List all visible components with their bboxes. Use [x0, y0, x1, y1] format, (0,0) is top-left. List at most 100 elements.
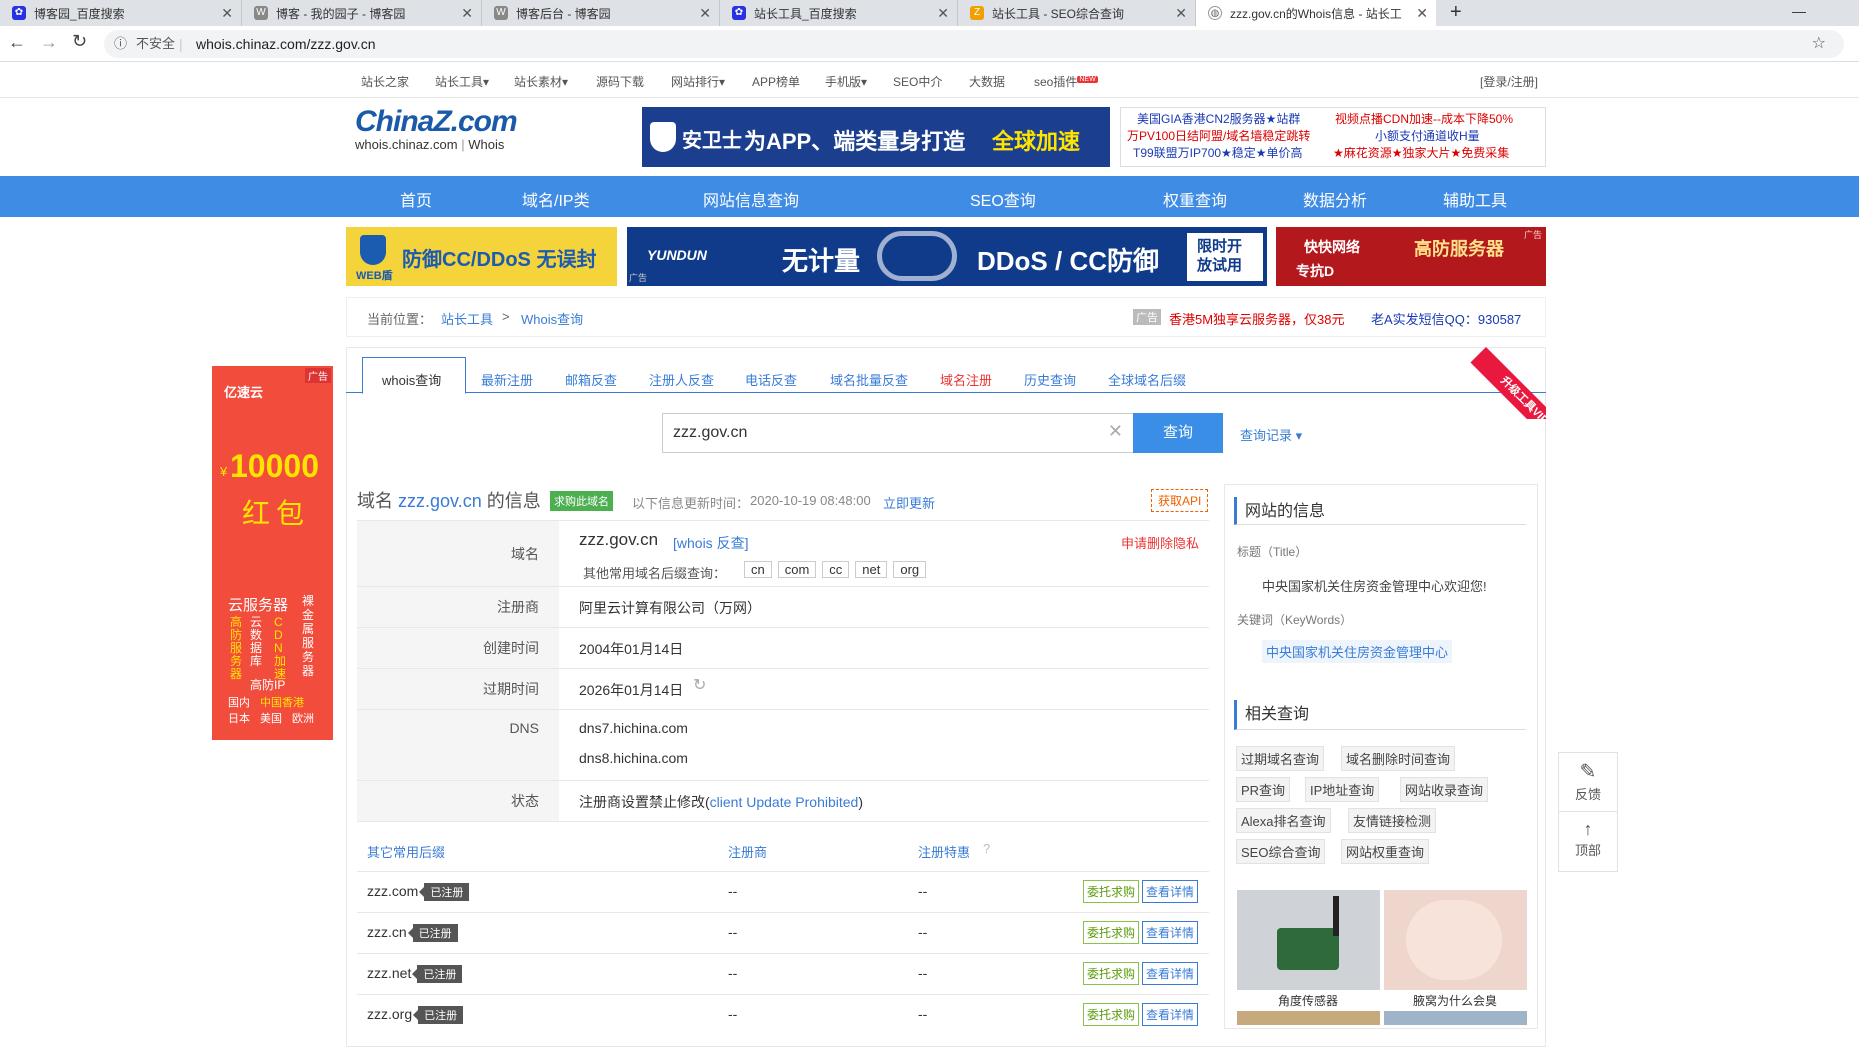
browser-tab[interactable]: W 博客后台 - 博客园 ✕ [482, 0, 720, 26]
banner-ad[interactable]: 安卫士 为APP、端类量身打造 全球加速 [642, 107, 1110, 167]
tab-email-reverse[interactable]: 邮箱反查 [565, 370, 617, 389]
reload-icon[interactable]: ↻ [72, 31, 87, 52]
text-ad-link[interactable]: T99联盟万IP700★稳定★单价高 [1133, 145, 1303, 162]
text-ad-link[interactable]: 美国GIA香港CN2服务器★站群 [1137, 111, 1300, 128]
topnav-item[interactable]: 站长素材▾ [514, 73, 568, 90]
thumb-caption[interactable]: 腋窝为什么会臭 [1413, 992, 1497, 1009]
suffix-link[interactable]: com [777, 561, 817, 578]
topnav-item[interactable]: 源码下载 [596, 73, 644, 90]
nav-domain-ip[interactable]: 域名/IP类 [522, 187, 590, 211]
entrust-button[interactable]: 委托求购 [1083, 921, 1140, 944]
close-icon[interactable]: ✕ [221, 5, 233, 22]
tab-registrant-reverse[interactable]: 注册人反查 [649, 370, 714, 389]
suffix-link[interactable]: cn [744, 561, 772, 578]
keyword-tag[interactable]: 中央国家机关住房资金管理中心 [1262, 640, 1453, 663]
browser-tab[interactable]: W 博客 - 我的园子 - 博客园 ✕ [242, 0, 482, 26]
topnav-item[interactable]: 手机版▾ [825, 73, 867, 90]
related-link[interactable]: 友情链接检测 [1348, 808, 1437, 833]
topnav-item[interactable]: 站长之家 [361, 73, 409, 90]
browser-tab[interactable]: Z 站长工具 - SEO综合查询 ✕ [958, 0, 1196, 26]
topnav-item[interactable]: 网站排行▾ [671, 73, 725, 90]
text-ad-link[interactable]: ★麻花资源★独家大片★免费采集 [1333, 145, 1509, 162]
text-ad-link[interactable]: 视频点播CDN加速--成本下降50% [1335, 111, 1513, 128]
tab-latest-reg[interactable]: 最新注册 [481, 370, 533, 389]
login-link[interactable]: [登录/注册] [1480, 73, 1538, 90]
breadcrumb-link[interactable]: 站长工具 [441, 309, 493, 328]
info-domain-link[interactable]: zzz.gov.cn [398, 491, 482, 511]
topnav-item[interactable]: 大数据 [969, 73, 1005, 90]
help-icon[interactable]: ? [983, 841, 990, 856]
close-icon[interactable]: ✕ [1175, 5, 1187, 22]
related-link[interactable]: 域名删除时间查询 [1341, 746, 1456, 771]
tab-domain-register[interactable]: 域名注册 [940, 370, 992, 389]
text-ad-link[interactable]: 万PV100日结阿盟/域名墙稳定跳转 [1127, 128, 1310, 145]
tab-phone-reverse[interactable]: 电话反查 [745, 370, 797, 389]
suffix-link[interactable]: cc [822, 561, 850, 578]
entrust-button[interactable]: 委托求购 [1083, 1003, 1140, 1026]
related-link[interactable]: IP地址查询 [1305, 777, 1380, 802]
tab-global-suffix[interactable]: 全球域名后缀 [1108, 370, 1186, 389]
nav-weight[interactable]: 权重查询 [1163, 187, 1227, 211]
nav-home[interactable]: 首页 [400, 187, 432, 211]
minimize-icon[interactable]: — [1792, 3, 1806, 19]
entrust-button[interactable]: 委托求购 [1083, 880, 1140, 903]
new-tab-icon[interactable]: + [1450, 1, 1462, 24]
left-float-ad[interactable]: 亿速云 广告 ¥ 10000 红包 云服务器 高防服务器 云数据库 CDN加速 … [212, 366, 333, 740]
topnav-item[interactable]: APP榜单 [752, 73, 800, 90]
vip-ribbon[interactable]: 升级工具VIP [1470, 347, 1546, 419]
nav-analytics[interactable]: 数据分析 [1303, 187, 1367, 211]
topnav-item[interactable]: seo插件 NEW [1034, 73, 1098, 90]
suffix-link[interactable]: net [855, 561, 888, 578]
search-input[interactable]: zzz.gov.cn ✕ [662, 413, 1134, 453]
breadcrumb-ad[interactable]: 香港5M独享云服务器，仅38元 [1169, 309, 1345, 328]
topnav-item[interactable]: SEO中介 [893, 73, 942, 90]
whois-reverse-link[interactable]: [whois 反查] [673, 533, 748, 553]
thumb-caption[interactable]: 角度传感器 [1278, 992, 1338, 1009]
related-link[interactable]: PR查询 [1236, 777, 1291, 802]
detail-button[interactable]: 查看详情 [1142, 880, 1199, 903]
browser-tab[interactable]: ✿ 博客园_百度搜索 ✕ [0, 0, 242, 26]
detail-button[interactable]: 查看详情 [1142, 1003, 1199, 1026]
clear-icon[interactable]: ✕ [1108, 421, 1123, 442]
search-button[interactable]: 查询 [1133, 413, 1223, 453]
tab-history[interactable]: 历史查询 [1024, 370, 1076, 389]
back-icon[interactable]: ← [8, 32, 26, 53]
text-ad-link[interactable]: 小额支付通道收H量 [1375, 128, 1480, 145]
suffix-link[interactable]: org [893, 561, 927, 578]
status-link[interactable]: client Update Prohibited [710, 794, 859, 810]
tab-batch-reverse[interactable]: 域名批量反查 [830, 370, 908, 389]
refresh-link[interactable]: 立即更新 [883, 493, 935, 512]
entrust-button[interactable]: 委托求购 [1083, 962, 1140, 985]
close-icon[interactable]: ✕ [461, 5, 473, 22]
search-history-link[interactable]: 查询记录 ▾ [1240, 425, 1302, 444]
ad-webdun[interactable]: WEB盾 防御CC/DDoS 无误封 [346, 227, 617, 286]
thumb-sensor[interactable] [1237, 890, 1380, 990]
detail-button[interactable]: 查看详情 [1142, 921, 1199, 944]
tab-whois[interactable]: whois查询 [382, 370, 441, 389]
thumb-armpit[interactable] [1384, 890, 1527, 990]
related-link[interactable]: 网站权重查询 [1341, 839, 1430, 864]
ad-yundun[interactable]: YUNDUN 无计量 DDoS / CC防御 限时开放试用 广告 [627, 227, 1267, 286]
nav-tools[interactable]: 辅助工具 [1443, 187, 1507, 211]
nav-site-info[interactable]: 网站信息查询 [703, 187, 799, 211]
info-icon[interactable]: ⓘ [114, 30, 127, 58]
browser-tab-active[interactable]: ◍ zzz.gov.cn的Whois信息 - 站长工 ✕ [1196, 0, 1436, 26]
forward-icon[interactable]: → [40, 32, 58, 53]
url-field[interactable]: ⓘ 不安全 | whois.chinaz.com/zzz.gov.cn ☆ [104, 30, 1844, 58]
close-icon[interactable]: ✕ [1416, 5, 1428, 22]
privacy-link[interactable]: 申请删除隐私 [1121, 533, 1199, 552]
topnav-item[interactable]: 站长工具▾ [435, 73, 489, 90]
related-link[interactable]: 网站收录查询 [1400, 777, 1489, 802]
browser-tab[interactable]: ✿ 站长工具_百度搜索 ✕ [720, 0, 958, 26]
related-link[interactable]: Alexa排名查询 [1236, 808, 1331, 833]
related-link[interactable]: SEO综合查询 [1236, 839, 1326, 864]
breadcrumb-link[interactable]: Whois查询 [521, 309, 583, 328]
related-link[interactable]: 过期域名查询 [1236, 746, 1325, 771]
back-to-top-button[interactable]: ↑ 顶部 [1559, 813, 1617, 872]
logo[interactable]: ChinaZ.com whois.chinaz.com | Whois [355, 105, 518, 152]
nav-seo[interactable]: SEO查询 [970, 187, 1036, 211]
buy-domain-button[interactable]: 求购此域名 [550, 491, 613, 511]
close-icon[interactable]: ✕ [699, 5, 711, 22]
api-button[interactable]: 获取API [1151, 489, 1209, 512]
ad-kuaikuai[interactable]: 快快网络 高防服务器 专抗D 广告 [1276, 227, 1546, 286]
